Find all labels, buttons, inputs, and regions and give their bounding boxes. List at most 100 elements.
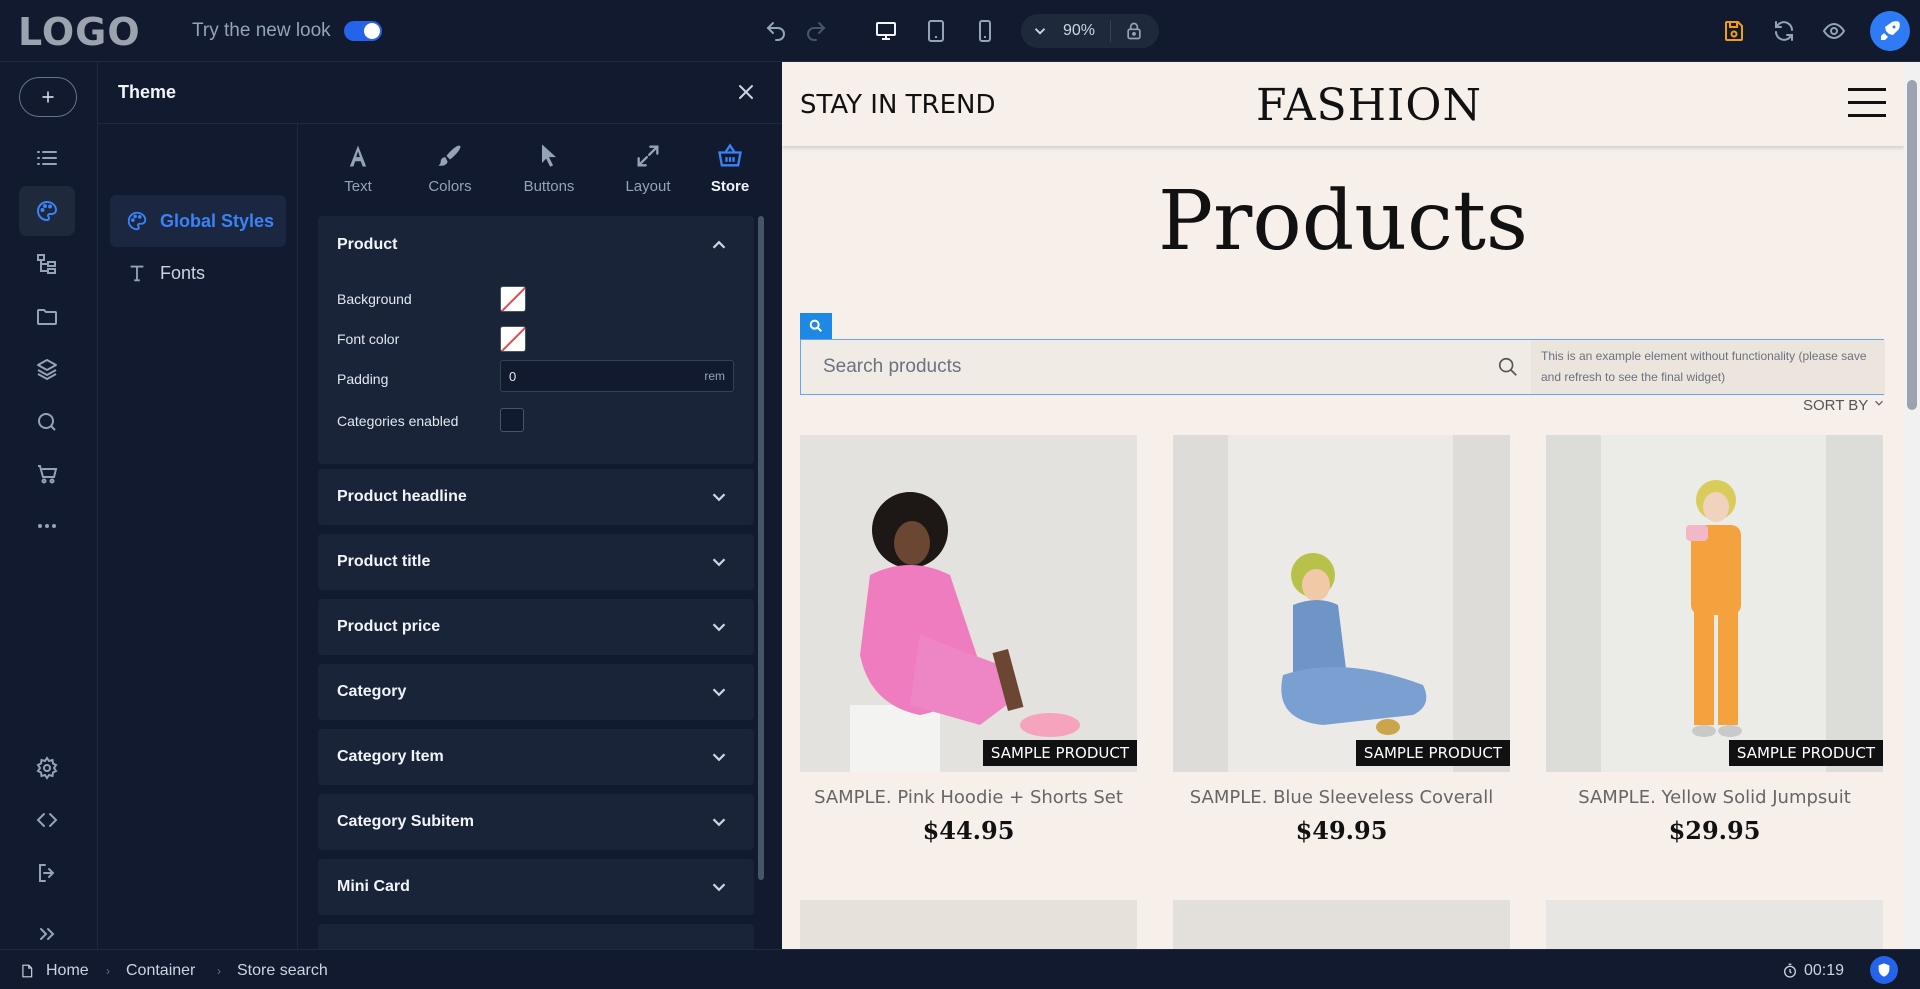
product-image-partial[interactable] bbox=[1173, 900, 1510, 949]
section-title: Mini Card bbox=[337, 878, 410, 895]
product-card[interactable]: SAMPLE PRODUCT SAMPLE. Yellow Solid Jump… bbox=[1546, 435, 1883, 845]
new-look-toggle[interactable] bbox=[344, 21, 382, 41]
product-card[interactable]: SAMPLE PRODUCT SAMPLE. Blue Sleeveless C… bbox=[1173, 435, 1510, 845]
section-title[interactable]: Product bbox=[337, 236, 397, 254]
preview-eye-icon[interactable] bbox=[1820, 17, 1848, 45]
security-shield-icon[interactable] bbox=[1870, 956, 1898, 984]
product-image[interactable]: SAMPLE PRODUCT bbox=[800, 435, 1137, 772]
search-widget-badge-icon[interactable] bbox=[800, 313, 832, 339]
chevron-down-icon bbox=[712, 818, 726, 827]
zoom-divider bbox=[1110, 20, 1111, 42]
expand-arrows-icon bbox=[637, 145, 659, 167]
theme-sub-nav: Global Styles Fonts bbox=[98, 124, 298, 949]
scrollbar-thumb[interactable] bbox=[1907, 80, 1917, 410]
chevron-down-icon bbox=[712, 558, 726, 567]
product-image-partial[interactable] bbox=[800, 900, 1137, 949]
section-product-price[interactable]: Product price bbox=[318, 599, 754, 655]
session-timer: 00:19 bbox=[1804, 962, 1845, 979]
logout-icon[interactable] bbox=[19, 848, 75, 898]
redo-icon[interactable] bbox=[802, 17, 830, 45]
section-category[interactable]: Category bbox=[318, 664, 754, 720]
status-bar: Home › Container › Store search 00:19 bbox=[0, 949, 1920, 989]
tab-text[interactable]: Text bbox=[313, 142, 403, 212]
panel-scrollbar[interactable] bbox=[758, 216, 764, 880]
categories-enabled-checkbox[interactable] bbox=[500, 408, 524, 432]
zoom-control[interactable]: 90% bbox=[1021, 14, 1159, 48]
categories-enabled-label: Categories enabled bbox=[337, 413, 459, 429]
tab-layout[interactable]: Layout bbox=[603, 142, 693, 212]
refresh-icon[interactable] bbox=[1770, 17, 1798, 45]
section-category-item[interactable]: Category Item bbox=[318, 729, 754, 785]
tab-buttons[interactable]: Buttons bbox=[504, 142, 594, 212]
section-next[interactable] bbox=[318, 924, 754, 949]
chevron-down-icon[interactable] bbox=[1031, 22, 1049, 40]
product-image[interactable]: SAMPLE PRODUCT bbox=[1546, 435, 1883, 772]
sort-by-label: SORT BY bbox=[1803, 397, 1869, 414]
close-icon[interactable] bbox=[734, 80, 758, 104]
zoom-value: 90% bbox=[1063, 22, 1096, 39]
product-badge: SAMPLE PRODUCT bbox=[1355, 740, 1510, 766]
site-preview-canvas: STAY IN TREND FASHION Products Search pr… bbox=[782, 62, 1904, 949]
theme-palette-icon[interactable] bbox=[19, 186, 75, 236]
breadcrumb-container[interactable]: Container bbox=[126, 962, 195, 980]
product-title[interactable]: SAMPLE. Pink Hoodie + Shorts Set bbox=[800, 787, 1137, 808]
folder-icon[interactable] bbox=[19, 292, 75, 342]
section-product: Product Background Font color Padding 0 … bbox=[318, 216, 754, 464]
search-icon[interactable] bbox=[19, 397, 75, 447]
chevron-down-icon bbox=[712, 493, 726, 502]
sub-nav-fonts[interactable]: Fonts bbox=[110, 247, 286, 299]
try-new-look-label: Try the new look bbox=[192, 20, 331, 41]
padding-input[interactable]: 0 rem bbox=[500, 360, 734, 392]
more-icon[interactable] bbox=[19, 501, 75, 551]
mobile-view-icon[interactable] bbox=[971, 17, 999, 45]
add-element-button[interactable] bbox=[19, 77, 77, 117]
store-search-widget[interactable]: Search products This is an example eleme… bbox=[800, 339, 1885, 395]
sub-nav-label: Fonts bbox=[160, 262, 206, 283]
section-product-headline[interactable]: Product headline bbox=[318, 469, 754, 525]
settings-gear-icon[interactable] bbox=[19, 743, 75, 793]
layers-icon[interactable] bbox=[19, 344, 75, 394]
app-logo: LOGO bbox=[18, 10, 141, 54]
paintbrush-icon bbox=[438, 145, 461, 166]
page-icon bbox=[22, 964, 33, 978]
breadcrumb-store-search[interactable]: Store search bbox=[237, 962, 328, 980]
product-badge: SAMPLE PRODUCT bbox=[1728, 740, 1883, 766]
canvas-scrollbar[interactable] bbox=[1904, 62, 1920, 949]
chevron-down-icon bbox=[712, 623, 726, 632]
breadcrumb-home[interactable]: Home bbox=[46, 962, 89, 980]
tablet-view-icon[interactable] bbox=[922, 17, 950, 45]
section-title: Category bbox=[337, 683, 407, 700]
lock-icon[interactable] bbox=[1124, 21, 1144, 41]
product-image[interactable]: SAMPLE PRODUCT bbox=[1173, 435, 1510, 772]
magnifier-icon[interactable] bbox=[1497, 356, 1519, 378]
product-badge: SAMPLE PRODUCT bbox=[982, 740, 1137, 766]
pages-list-icon[interactable] bbox=[19, 133, 75, 183]
desktop-view-icon[interactable] bbox=[872, 17, 900, 45]
section-mini-card[interactable]: Mini Card bbox=[318, 859, 754, 915]
code-icon[interactable] bbox=[19, 795, 75, 845]
section-product-title[interactable]: Product title bbox=[318, 534, 754, 590]
sort-by-dropdown[interactable]: SORT BY bbox=[1803, 396, 1886, 414]
tab-store[interactable]: Store bbox=[685, 142, 775, 212]
save-icon[interactable] bbox=[1720, 17, 1748, 45]
undo-icon[interactable] bbox=[762, 17, 790, 45]
tab-colors[interactable]: Colors bbox=[405, 142, 495, 212]
theme-panel: Theme Global Styles Fonts Text Colors Bu… bbox=[98, 62, 782, 949]
structure-tree-icon[interactable] bbox=[19, 239, 75, 289]
product-price: $49.95 bbox=[1295, 816, 1388, 845]
hamburger-menu-icon[interactable] bbox=[1848, 88, 1886, 118]
sub-nav-global-styles[interactable]: Global Styles bbox=[110, 195, 286, 247]
font-color-swatch[interactable] bbox=[500, 326, 526, 352]
product-title[interactable]: SAMPLE. Yellow Solid Jumpsuit bbox=[1546, 787, 1883, 808]
chevron-up-icon[interactable] bbox=[708, 234, 730, 256]
search-input[interactable]: Search products bbox=[823, 356, 961, 378]
section-title: Product price bbox=[337, 618, 441, 635]
widget-note: This is an example element without funct… bbox=[1531, 340, 1885, 394]
product-image-partial[interactable] bbox=[1546, 900, 1883, 949]
background-color-swatch[interactable] bbox=[500, 286, 526, 312]
section-category-subitem[interactable]: Category Subitem bbox=[318, 794, 754, 850]
product-title[interactable]: SAMPLE. Blue Sleeveless Coverall bbox=[1173, 787, 1510, 808]
publish-button[interactable] bbox=[1870, 11, 1910, 51]
cart-icon[interactable] bbox=[19, 449, 75, 499]
product-card[interactable]: SAMPLE PRODUCT SAMPLE. Pink Hoodie + Sho… bbox=[800, 435, 1137, 845]
